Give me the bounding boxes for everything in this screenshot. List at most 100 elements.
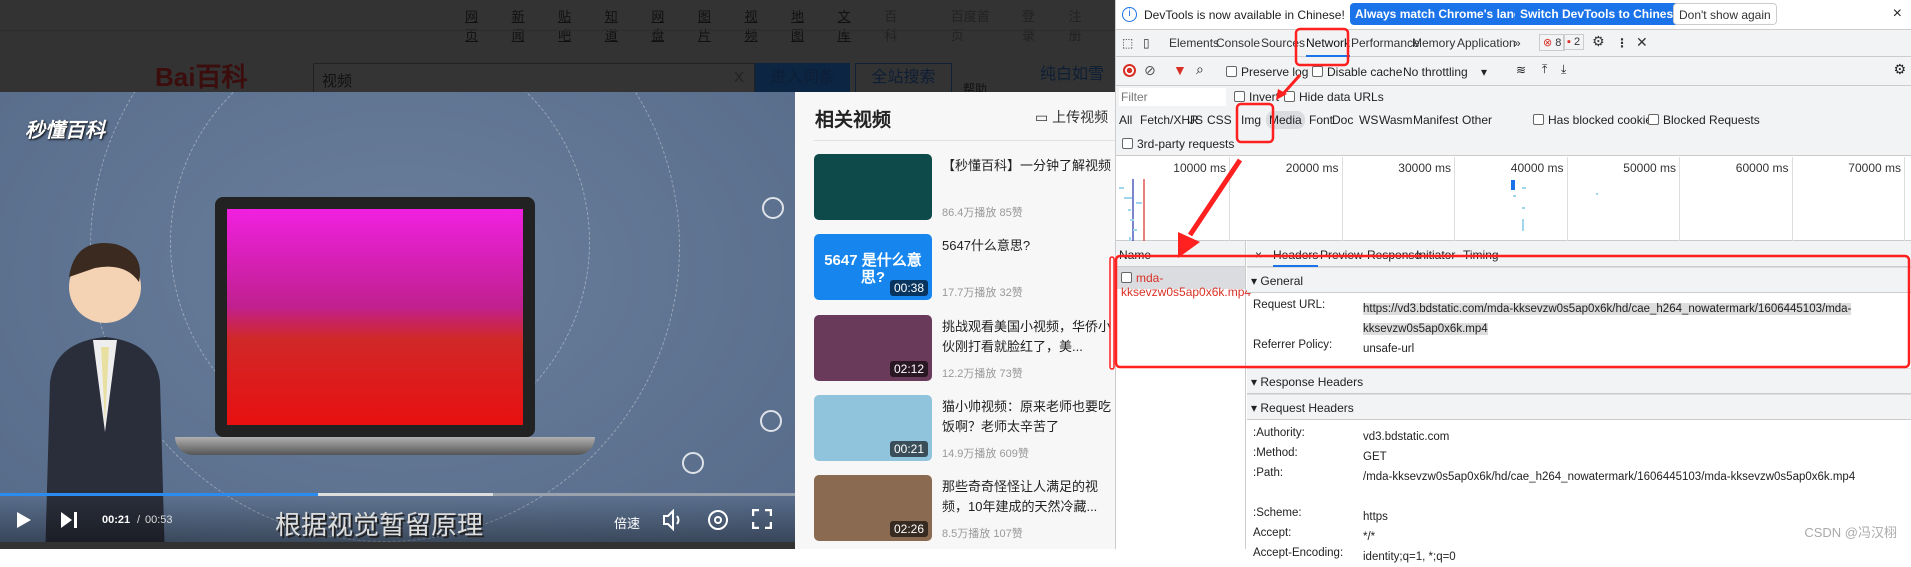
blocked-requests-checkbox[interactable]: Blocked Requests [1648, 113, 1760, 127]
issue-count[interactable]: ▪ 2 [1563, 34, 1585, 50]
name-column-header[interactable]: Name [1116, 241, 1245, 267]
request-row[interactable]: mda-kksevzw0s5ap0x6k.mp4 [1116, 267, 1251, 299]
preserve-log-checkbox[interactable]: Preserve log [1226, 65, 1308, 79]
video-thumbnail[interactable]: 02:12 [814, 314, 932, 381]
next-icon[interactable] [60, 511, 78, 529]
third-party-checkbox[interactable]: 3rd-party requests [1122, 137, 1234, 151]
tab-preview[interactable]: Preview [1320, 248, 1363, 262]
type-filter-doc[interactable]: Doc [1332, 113, 1353, 127]
close-devtools-icon[interactable]: ✕ [1636, 34, 1648, 51]
throttling-select[interactable]: No throttling ▾ [1403, 65, 1487, 79]
site-search-button[interactable]: 全站搜索 [855, 63, 952, 93]
nav-register[interactable]: 注册 [1068, 6, 1093, 44]
export-icon[interactable]: ⤓ [1561, 62, 1566, 77]
hide-data-urls-checkbox[interactable]: Hide data URLs [1284, 90, 1384, 104]
video-title[interactable]: 5647什么意思? [942, 236, 1117, 256]
type-filter-wasm[interactable]: Wasm [1379, 113, 1413, 127]
progress-bar[interactable] [0, 493, 795, 496]
response-headers-header[interactable]: ▾ Response Headers [1247, 368, 1911, 394]
tab-response[interactable]: Response [1367, 248, 1421, 262]
type-filter-css[interactable]: CSS [1207, 113, 1232, 127]
video-player[interactable]: 秒懂百科 00:21 / 00:53 根据视觉暂留原理 倍速 [0, 92, 795, 542]
volume-icon[interactable] [662, 509, 684, 531]
clear-icon[interactable]: ⊘ [1144, 62, 1156, 79]
video-title[interactable]: 猫小帅视频：原来老师也要吃饭啊？老师太辛苦了 [942, 397, 1117, 437]
dont-show-button[interactable]: Don't show again [1673, 3, 1777, 25]
error-count[interactable]: ⊗ 8 [1539, 34, 1566, 51]
user-name[interactable]: 纯白如雪 [1040, 60, 1104, 84]
type-filter-other[interactable]: Other [1462, 113, 1492, 127]
related-video-item[interactable]: 00:21 猫小帅视频：原来老师也要吃饭啊？老师太辛苦了 14.9万播放 609… [814, 394, 1117, 461]
video-title[interactable]: 那些奇奇怪怪让人满足的视频，10年建成的天然冷藏... [942, 477, 1117, 517]
nav-tieba[interactable]: 贴吧 [558, 6, 583, 44]
type-filter-ws[interactable]: WS [1359, 113, 1378, 127]
more-tabs-icon[interactable]: » [1514, 36, 1521, 50]
inspect-icon[interactable]: ⬚ [1122, 36, 1133, 50]
type-filter-media[interactable]: Media [1266, 111, 1305, 129]
type-filter-img[interactable]: Img [1241, 113, 1261, 127]
related-video-item[interactable]: 【秒懂百科】一分钟了解视频 86.4万播放 85赞 [814, 154, 1114, 220]
filter-icon[interactable]: ▼ [1173, 62, 1187, 78]
tab-initiator[interactable]: Initiator [1416, 248, 1455, 262]
related-video-item[interactable]: 5647 是什么意思? 00:38 5647什么意思? 17.7万播放 32赞 [814, 234, 1117, 301]
filter-input[interactable] [1119, 88, 1226, 106]
record-icon[interactable] [1123, 64, 1136, 77]
baidu-baike-logo[interactable]: Bai百科 [155, 57, 247, 94]
close-details-icon[interactable]: × [1255, 248, 1262, 262]
tab-application[interactable]: Application [1457, 36, 1516, 50]
video-title[interactable]: 【秒懂百科】一分钟了解视频 [942, 156, 1117, 176]
nav-wenku[interactable]: 文库 [838, 6, 863, 44]
close-infobar-icon[interactable]: × [1893, 5, 1902, 23]
tab-headers[interactable]: Headers [1273, 248, 1319, 267]
invert-checkbox[interactable]: Invert [1234, 90, 1279, 104]
tab-memory[interactable]: Memory [1412, 36, 1455, 50]
nav-video[interactable]: 视频 [744, 6, 769, 44]
play-icon[interactable] [16, 511, 32, 529]
settings-icon[interactable] [707, 509, 729, 531]
tab-console[interactable]: Console [1216, 36, 1260, 50]
upload-video-button[interactable]: ▭ 上传视频 [1035, 107, 1108, 127]
kebab-menu-icon[interactable]: ⋮ [1616, 36, 1628, 50]
settings-gear-icon[interactable]: ⚙ [1592, 33, 1605, 50]
request-url[interactable]: https://vd3.bdstatic.com/mda-kksevzw0s5a… [1363, 299, 1903, 339]
nav-home[interactable]: 百度首页 [951, 6, 1000, 44]
fullscreen-icon[interactable] [752, 509, 772, 529]
tab-performance[interactable]: Performance [1351, 36, 1420, 50]
nav-login[interactable]: 登录 [1022, 6, 1047, 44]
tab-sources[interactable]: Sources [1261, 36, 1305, 50]
type-filter-font[interactable]: Font [1309, 113, 1333, 127]
switch-chinese-button[interactable]: Switch DevTools to Chinese [1515, 3, 1685, 25]
clear-icon[interactable]: X [734, 69, 744, 86]
disable-cache-checkbox[interactable]: Disable cache [1312, 65, 1402, 79]
network-overview-timeline[interactable]: 10000 ms 20000 ms 30000 ms 40000 ms 50000 ms… [1116, 157, 1911, 241]
nav-images[interactable]: 图片 [698, 6, 723, 44]
request-headers-header[interactable]: ▾ Request Headers [1247, 394, 1911, 420]
import-icon[interactable]: ⤒ [1542, 62, 1547, 77]
nav-web[interactable]: 网页 [465, 6, 490, 44]
speed-button[interactable]: 倍速 [614, 513, 640, 532]
type-filter-js[interactable]: JS [1189, 113, 1203, 127]
nav-map[interactable]: 地图 [791, 6, 816, 44]
device-toolbar-icon[interactable]: ▯ [1143, 36, 1150, 50]
search-icon[interactable]: ⌕ [1196, 61, 1204, 78]
related-video-item[interactable]: 02:26 那些奇奇怪怪让人满足的视频，10年建成的天然冷藏... 8.5万播放… [814, 475, 1117, 542]
video-thumbnail[interactable]: 00:21 [814, 394, 932, 461]
network-conditions-icon[interactable]: ≋ [1516, 63, 1526, 77]
video-thumbnail[interactable] [814, 154, 932, 220]
related-video-item[interactable]: 02:12 挑战观看美国小视频，华侨小伙刚打看就脸红了，美... 12.2万播放… [814, 314, 1117, 381]
tab-network[interactable]: Network [1306, 36, 1351, 57]
type-filter-all[interactable]: All [1119, 113, 1132, 127]
nav-baike[interactable]: 百科 [884, 6, 909, 44]
has-blocked-cookies-checkbox[interactable]: Has blocked cookies [1533, 113, 1658, 127]
nav-pan[interactable]: 网盘 [651, 6, 676, 44]
general-section-header[interactable]: ▾ General [1247, 267, 1911, 293]
video-thumbnail[interactable]: 5647 是什么意思? 00:38 [814, 234, 932, 301]
tab-elements[interactable]: Elements [1169, 36, 1219, 50]
video-title[interactable]: 挑战观看美国小视频，华侨小伙刚打看就脸红了，美... [942, 317, 1117, 357]
tab-timing[interactable]: Timing [1463, 248, 1499, 262]
nav-news[interactable]: 新闻 [512, 6, 537, 44]
type-filter-manifest[interactable]: Manifest [1413, 113, 1458, 127]
video-thumbnail[interactable]: 02:26 [814, 475, 932, 542]
enter-entry-button[interactable]: 进入词条 [755, 63, 850, 93]
nav-zhidao[interactable]: 知道 [605, 6, 630, 44]
